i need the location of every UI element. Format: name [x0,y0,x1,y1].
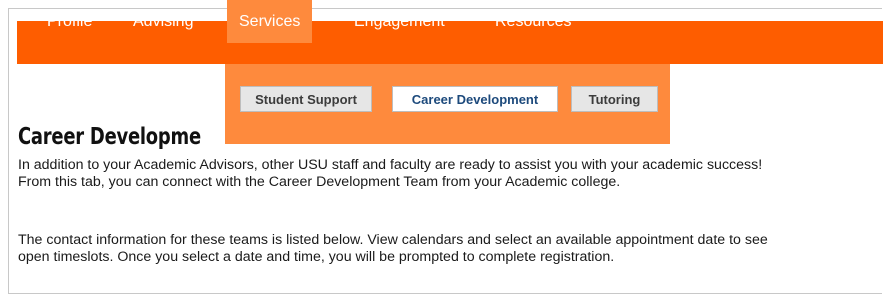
page-title: Career Developme [18,124,201,151]
tutoring-button[interactable]: Tutoring [571,86,658,112]
nav-advising[interactable]: Advising [133,0,193,43]
career-development-button[interactable]: Career Development [392,86,558,112]
services-dropdown: Student Support Career Development Tutor… [225,64,670,144]
contact-paragraph: The contact information for these teams … [18,232,768,265]
intro-paragraph: In addition to your Academic Advisors, o… [18,157,763,190]
student-support-button[interactable]: Student Support [240,86,372,112]
nav-resources[interactable]: Resources [495,0,571,43]
nav-services[interactable]: Services [227,0,313,43]
nav-profile[interactable]: Profile [47,0,92,43]
nav-engagement[interactable]: Engagement [354,0,445,43]
